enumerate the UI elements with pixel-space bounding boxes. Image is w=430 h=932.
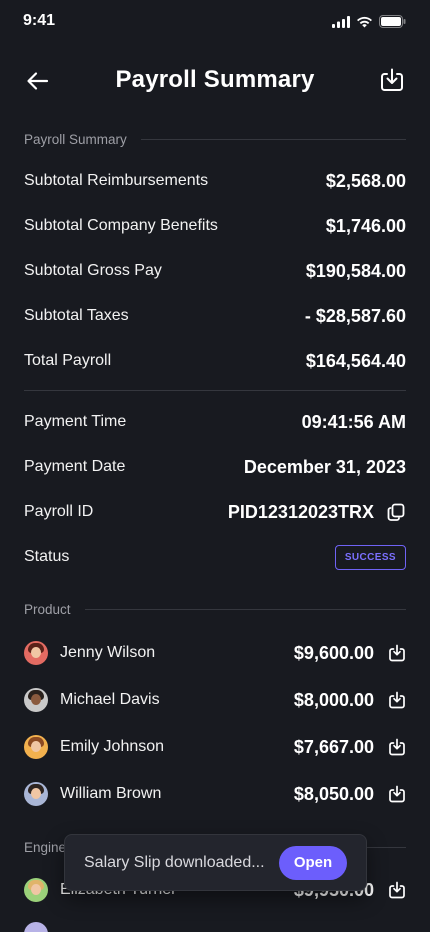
person-row[interactable]: Michael Davis $8,000.00	[24, 686, 406, 714]
row-value: $190,584.00	[305, 260, 406, 281]
person-row[interactable]: Emily Johnson $7,667.00	[24, 733, 406, 761]
person-amount-wrap: $7,667.00	[294, 737, 406, 758]
avatar	[24, 878, 48, 902]
wifi-icon	[357, 16, 372, 27]
person-amount: $7,667.00	[293, 736, 374, 757]
status-row: Status SUCCESS	[24, 543, 406, 571]
download-icon[interactable]	[388, 691, 406, 709]
person-amount-wrap: $8,050.00	[294, 784, 406, 805]
person-amount-wrap: $8,000.00	[294, 690, 406, 711]
download-button[interactable]	[378, 66, 406, 94]
person-info: Jenny Wilson	[24, 641, 155, 665]
toast-open-button[interactable]: Open	[279, 845, 347, 880]
person-info: Michael Davis	[24, 688, 160, 712]
status-bar: 9:41	[0, 0, 430, 44]
summary-row-gross-pay: Subtotal Gross Pay $190,584.00	[24, 259, 406, 283]
row-label: Payment Time	[24, 413, 127, 430]
status-badge: SUCCESS	[334, 544, 406, 570]
person-info: William Brown	[24, 782, 161, 806]
payroll-id-value: PID12312023TRX	[227, 501, 374, 522]
row-value: 09:41:56 AM	[301, 411, 406, 432]
row-label: Status	[24, 548, 70, 565]
person-info: Emily Johnson	[24, 735, 164, 759]
row-label: Total Payroll	[24, 352, 112, 369]
row-label: Subtotal Reimbursements	[24, 172, 209, 189]
row-value: $2,568.00	[325, 170, 406, 191]
payroll-id-row: Payroll ID PID12312023TRX	[24, 500, 406, 524]
row-label: Subtotal Taxes	[24, 307, 129, 324]
row-label: Subtotal Company Benefits	[24, 217, 218, 234]
payment-time-row: Payment Time 09:41:56 AM	[24, 410, 406, 434]
divider	[24, 390, 406, 391]
copy-icon[interactable]	[386, 502, 406, 522]
person-amount: $8,000.00	[293, 689, 374, 710]
download-icon	[381, 68, 403, 91]
summary-row-taxes: Subtotal Taxes - $28,587.60	[24, 304, 406, 328]
status-icons	[332, 15, 406, 28]
person-row[interactable]: William Brown $8,050.00	[24, 780, 406, 808]
person-amount-wrap: $9,600.00	[294, 643, 406, 664]
row-value: - $28,587.60	[304, 305, 406, 326]
download-toast: Salary Slip downloaded... Open	[64, 834, 367, 891]
avatar	[24, 922, 48, 932]
payroll-id-wrap: PID12312023TRX	[228, 502, 406, 523]
person-name: Jenny Wilson	[60, 644, 156, 661]
person-name: William Brown	[60, 785, 162, 802]
avatar	[24, 641, 48, 665]
person-amount: $9,600.00	[293, 642, 374, 663]
row-value: $164,564.40	[305, 350, 406, 371]
avatar	[24, 688, 48, 712]
row-label: Subtotal Gross Pay	[24, 262, 162, 279]
section-header-product: Product	[24, 599, 406, 619]
signal-icon	[332, 15, 350, 28]
person-name: Emily Johnson	[60, 738, 165, 755]
row-value: December 31, 2023	[243, 456, 406, 477]
person-name: Michael Davis	[60, 691, 160, 708]
row-value: $1,746.00	[325, 215, 406, 236]
person-amount: $8,050.00	[293, 783, 374, 804]
page-title: Payroll Summary	[115, 66, 315, 93]
section-divider	[84, 608, 406, 610]
download-icon[interactable]	[388, 738, 406, 756]
summary-row-company-benefits: Subtotal Company Benefits $1,746.00	[24, 214, 406, 238]
header: Payroll Summary	[0, 58, 430, 102]
avatar	[24, 782, 48, 806]
download-icon[interactable]	[388, 881, 406, 899]
row-label: Payroll ID	[24, 503, 94, 520]
download-icon[interactable]	[388, 785, 406, 803]
battery-icon	[379, 15, 406, 28]
avatar	[24, 735, 48, 759]
row-label: Payment Date	[24, 458, 126, 475]
section-label: Payroll Summary	[24, 131, 127, 147]
download-icon[interactable]	[388, 644, 406, 662]
section-divider	[140, 138, 406, 140]
section-header-payroll-summary: Payroll Summary	[24, 129, 406, 149]
section-label: Product	[24, 601, 71, 617]
toast-message: Salary Slip downloaded...	[84, 853, 265, 871]
person-row[interactable]: Jenny Wilson $9,600.00	[24, 639, 406, 667]
summary-row-reimbursements: Subtotal Reimbursements $2,568.00	[24, 169, 406, 193]
payment-date-row: Payment Date December 31, 2023	[24, 455, 406, 479]
summary-row-total-payroll: Total Payroll $164,564.40	[24, 349, 406, 373]
status-time: 9:41	[23, 12, 56, 29]
